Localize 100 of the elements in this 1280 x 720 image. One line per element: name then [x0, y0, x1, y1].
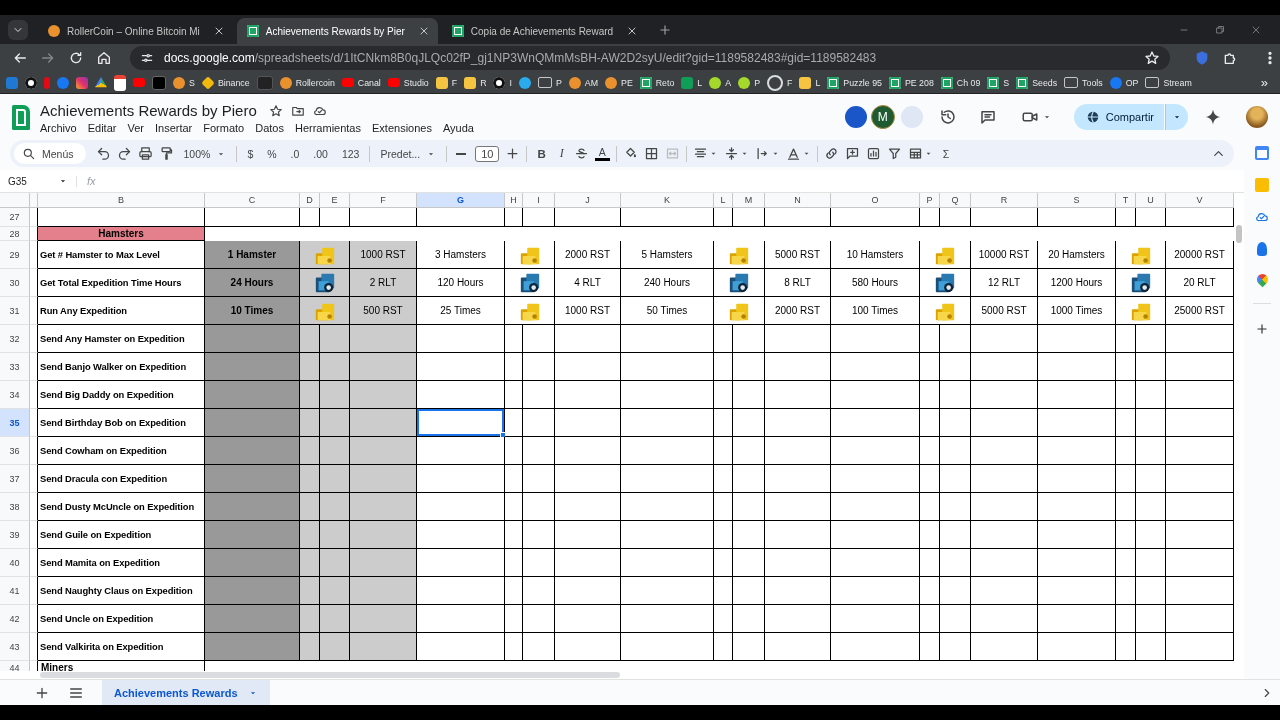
menu-item[interactable]: Insertar	[154, 122, 193, 134]
bookmark-link[interactable]: AM	[568, 76, 598, 89]
bookmark-link[interactable]: OP	[1109, 76, 1139, 89]
text-color-button[interactable]: A	[594, 146, 610, 161]
column-header[interactable]: G	[417, 193, 505, 208]
row-header[interactable]: 41	[0, 577, 30, 605]
row-header[interactable]: 36	[0, 437, 30, 465]
column-header[interactable]: B	[38, 193, 205, 208]
menu-item[interactable]: Editar	[87, 122, 117, 134]
reward-cell: 1000 RST	[555, 297, 621, 325]
row-header[interactable]: 40	[0, 549, 30, 577]
row-header[interactable]: 28	[0, 227, 30, 241]
bookmark-link[interactable]: L	[799, 76, 821, 89]
bookmark-link[interactable]: P	[537, 77, 562, 88]
menu-item[interactable]: Formato	[203, 122, 245, 134]
column-header[interactable]: E	[320, 193, 350, 208]
bookmark-link[interactable]: Ch 09	[940, 76, 981, 89]
row-header[interactable]: 43	[0, 633, 30, 661]
reward-cell: 10000 RST	[971, 241, 1038, 269]
bookmark-link[interactable]: R	[464, 76, 487, 89]
bookmark-link[interactable]: PE 208	[888, 76, 934, 89]
row-header[interactable]: 38	[0, 493, 30, 521]
name-box[interactable]: G35	[0, 175, 77, 187]
browser-tab[interactable]: RollerCoin – Online Bitcoin Mi	[38, 18, 233, 44]
row-header[interactable]: 37	[0, 465, 30, 493]
column-header[interactable]: D	[300, 193, 320, 208]
menu-item[interactable]: Ver	[127, 122, 144, 134]
browser-tab[interactable]: Achievements Rewards by Pier	[236, 18, 438, 44]
bold-button[interactable]: B	[533, 147, 550, 160]
row-header[interactable]: 33	[0, 353, 30, 381]
row-header[interactable]: 42	[0, 605, 30, 633]
row-header[interactable]: 32	[0, 325, 30, 353]
bookmark-link[interactable]: Stream	[1145, 77, 1192, 88]
format-button[interactable]: %	[263, 147, 281, 160]
menu-item[interactable]: Datos	[255, 122, 284, 134]
column-header[interactable]: P	[920, 193, 940, 208]
column-header[interactable]: H	[505, 193, 523, 208]
sheet-tab[interactable]: Achievements Rewards	[102, 680, 270, 705]
bookmark-link[interactable]: F	[767, 74, 793, 91]
more-bookmarks-button[interactable]: »	[1256, 75, 1280, 90]
italic-button[interactable]: I	[555, 146, 568, 161]
collaborator-avatar[interactable]: M	[870, 105, 895, 129]
bookmark-link[interactable]: PE	[605, 76, 633, 89]
bookmark-link[interactable]: Canal	[341, 77, 381, 88]
task-label: Send Mamita on Expedition	[38, 549, 205, 577]
menu-item[interactable]: Ayuda	[442, 122, 474, 134]
share-button[interactable]: Compartir	[1073, 104, 1164, 130]
browser-tab[interactable]: Copia de Achievements Reward	[441, 18, 647, 44]
column-header[interactable]: T	[1116, 193, 1136, 208]
column-header[interactable]: L	[714, 193, 733, 208]
menu-item[interactable]: Herramientas	[294, 122, 361, 134]
column-header[interactable]: R	[971, 193, 1038, 208]
column-header[interactable]: I	[523, 193, 555, 208]
row-header[interactable]: 30	[0, 269, 30, 297]
column-header[interactable]: J	[555, 193, 621, 208]
menu-search-field[interactable]: Menús	[14, 143, 86, 164]
bookmark-link[interactable]: S	[987, 76, 1010, 89]
column-header[interactable]: U	[1136, 193, 1166, 208]
row-header[interactable]: 39	[0, 521, 30, 549]
row-header[interactable]: 31	[0, 297, 30, 325]
format-button[interactable]: Σ	[938, 147, 954, 160]
format-button[interactable]: .00	[309, 147, 332, 160]
row-header[interactable]: 35	[0, 409, 30, 437]
document-title[interactable]: Achievements Rewards by Piero	[40, 102, 257, 119]
column-header[interactable]: S	[1038, 193, 1116, 208]
column-header[interactable]: M	[733, 193, 765, 208]
bookmark-link[interactable]: A	[709, 76, 732, 89]
column-header[interactable]: N	[765, 193, 831, 208]
bookmark-link[interactable]: Reto	[639, 76, 675, 89]
bookmark-link[interactable]: Studio	[387, 77, 429, 88]
menu-item[interactable]: Archivo	[40, 122, 77, 134]
bookmark-link[interactable]: Seeds	[1016, 76, 1058, 89]
address-bar[interactable]: docs.google.com/spreadsheets/d/1ItCNkm8B0qJLQc02fP_gj1NP3WnQMmMsBH-AW2D2syU/edit?gid=1189582483#gid=1189582483	[130, 46, 1170, 70]
bookmark-link[interactable]: Rollercoin	[279, 76, 335, 89]
row-header[interactable]: 29	[0, 241, 30, 269]
bookmark-link[interactable]: F	[435, 76, 458, 89]
formula-label: fx	[86, 175, 97, 187]
goal-cell: 25 Times	[417, 297, 505, 325]
menu-item[interactable]: Extensiones	[372, 122, 432, 134]
column-header[interactable]: K	[621, 193, 714, 208]
format-button[interactable]: $	[243, 147, 258, 160]
format-button[interactable]: 123	[337, 147, 364, 160]
row-header[interactable]: 27	[0, 208, 30, 227]
dropdown-button[interactable]: 100%	[179, 147, 231, 160]
dropdown-button[interactable]: Predet...	[376, 147, 441, 160]
column-header[interactable]: F	[350, 193, 417, 208]
row-header[interactable]: 34	[0, 381, 30, 409]
font-size-field[interactable]: 10	[475, 145, 500, 162]
column-header[interactable]: C	[205, 193, 300, 208]
bookmark-link[interactable]: L	[681, 76, 703, 89]
bookmark-link[interactable]: P	[738, 76, 760, 89]
bookmark-link[interactable]: Puzzle 95	[827, 76, 882, 89]
column-header[interactable]: V	[1166, 193, 1234, 208]
format-button[interactable]: .0	[286, 147, 304, 160]
bookmark-link[interactable]: Tools	[1064, 77, 1103, 88]
column-header[interactable]: O	[831, 193, 920, 208]
column-header[interactable]: Q	[940, 193, 971, 208]
bookmark-link[interactable]: Binance	[201, 76, 250, 89]
bookmark-link[interactable]: S	[173, 76, 195, 89]
bookmark-link[interactable]: I	[493, 76, 512, 89]
